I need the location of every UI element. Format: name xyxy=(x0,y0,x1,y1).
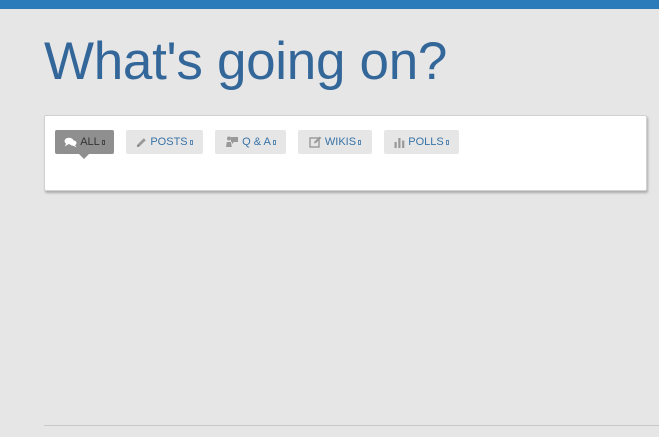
qa-icon xyxy=(225,136,239,148)
count-glyph-icon xyxy=(445,139,449,145)
tab-polls-label: POLLS xyxy=(408,136,444,148)
tab-wikis-label: WIKIS xyxy=(324,136,357,148)
count-glyph-icon xyxy=(272,139,276,145)
activity-panel: ALL POSTS Q & A WIKIS POLLS xyxy=(44,115,647,191)
page-title: What's going on? xyxy=(44,32,448,91)
bar-chart-icon xyxy=(394,137,405,148)
count-glyph-icon xyxy=(101,139,105,145)
top-bar xyxy=(0,0,659,9)
count-glyph-icon xyxy=(189,139,193,145)
tab-posts[interactable]: POSTS xyxy=(126,130,203,154)
footer-divider xyxy=(44,425,659,426)
tab-posts-label: POSTS xyxy=(150,136,188,148)
tab-qa-label: Q & A xyxy=(242,136,271,148)
pencil-icon xyxy=(136,137,147,148)
tab-all[interactable]: ALL xyxy=(55,130,114,159)
edit-icon xyxy=(309,136,322,148)
tab-qa[interactable]: Q & A xyxy=(215,130,286,154)
tab-all-label: ALL xyxy=(80,136,100,148)
count-glyph-icon xyxy=(358,139,362,145)
tab-polls[interactable]: POLLS xyxy=(384,130,459,154)
tab-wikis[interactable]: WIKIS xyxy=(298,130,372,154)
comments-icon xyxy=(64,137,77,148)
